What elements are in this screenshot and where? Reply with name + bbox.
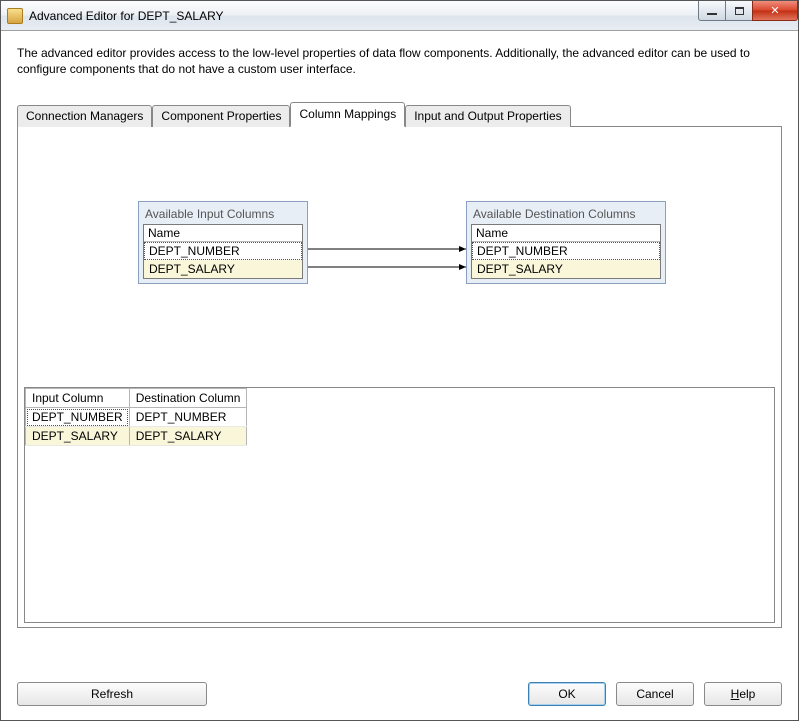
destination-columns-list: Name DEPT_NUMBER DEPT_SALARY xyxy=(471,224,661,279)
maximize-icon xyxy=(735,7,744,15)
grid-cell-destination[interactable]: DEPT_NUMBER xyxy=(129,408,247,427)
tab-strip: Connection Managers Component Properties… xyxy=(17,101,782,126)
tab-input-output-properties[interactable]: Input and Output Properties xyxy=(405,105,570,127)
grid-header-destination[interactable]: Destination Column xyxy=(129,389,247,408)
available-input-columns-box[interactable]: Available Input Columns Name DEPT_NUMBER… xyxy=(138,201,308,284)
grid-row[interactable]: DEPT_SALARY DEPT_SALARY xyxy=(26,427,247,446)
help-button[interactable]: Help xyxy=(704,682,782,706)
ok-button[interactable]: OK xyxy=(528,682,606,706)
minimize-button[interactable] xyxy=(698,1,726,21)
button-bar: Refresh OK Cancel Help xyxy=(17,682,782,706)
tab-component-properties[interactable]: Component Properties xyxy=(152,105,290,127)
tab-page: Available Input Columns Name DEPT_NUMBER… xyxy=(17,126,782,628)
input-columns-title: Available Input Columns xyxy=(143,206,303,224)
input-column-item[interactable]: DEPT_SALARY xyxy=(144,260,302,278)
app-icon xyxy=(7,8,23,24)
content-area: The advanced editor provides access to t… xyxy=(1,31,798,638)
refresh-button[interactable]: Refresh xyxy=(17,682,207,706)
available-destination-columns-box[interactable]: Available Destination Columns Name DEPT_… xyxy=(466,201,666,284)
help-button-hotkey: H xyxy=(731,687,740,701)
grid-cell-input[interactable]: DEPT_NUMBER xyxy=(26,408,130,427)
grid-cell-input[interactable]: DEPT_SALARY xyxy=(26,427,130,446)
window-title: Advanced Editor for DEPT_SALARY xyxy=(29,9,224,23)
destination-columns-header: Name xyxy=(472,225,660,242)
mapping-grid[interactable]: Input Column Destination Column DEPT_NUM… xyxy=(25,388,247,446)
destination-column-item[interactable]: DEPT_SALARY xyxy=(472,260,660,278)
tab-column-mappings[interactable]: Column Mappings xyxy=(290,102,405,127)
grid-header-input[interactable]: Input Column xyxy=(26,389,130,408)
grid-row[interactable]: DEPT_NUMBER DEPT_NUMBER xyxy=(26,408,247,427)
input-columns-list: Name DEPT_NUMBER DEPT_SALARY xyxy=(143,224,303,279)
titlebar: Advanced Editor for DEPT_SALARY xyxy=(1,1,798,31)
window-controls xyxy=(699,1,798,21)
input-columns-header: Name xyxy=(144,225,302,242)
mapping-diagram: Available Input Columns Name DEPT_NUMBER… xyxy=(18,127,781,381)
destination-columns-title: Available Destination Columns xyxy=(471,206,661,224)
cancel-button[interactable]: Cancel xyxy=(616,682,694,706)
destination-column-item[interactable]: DEPT_NUMBER xyxy=(472,242,660,260)
close-button[interactable] xyxy=(752,1,798,21)
grid-cell-destination[interactable]: DEPT_SALARY xyxy=(129,427,247,446)
input-column-item[interactable]: DEPT_NUMBER xyxy=(144,242,302,260)
description-text: The advanced editor provides access to t… xyxy=(17,45,782,77)
maximize-button[interactable] xyxy=(725,1,753,21)
close-icon xyxy=(770,4,779,17)
minimize-icon xyxy=(707,13,717,15)
mapping-grid-container: Input Column Destination Column DEPT_NUM… xyxy=(24,387,775,623)
tab-connection-managers[interactable]: Connection Managers xyxy=(17,105,152,127)
mapping-connectors xyxy=(18,127,781,381)
help-button-rest: elp xyxy=(739,687,755,701)
